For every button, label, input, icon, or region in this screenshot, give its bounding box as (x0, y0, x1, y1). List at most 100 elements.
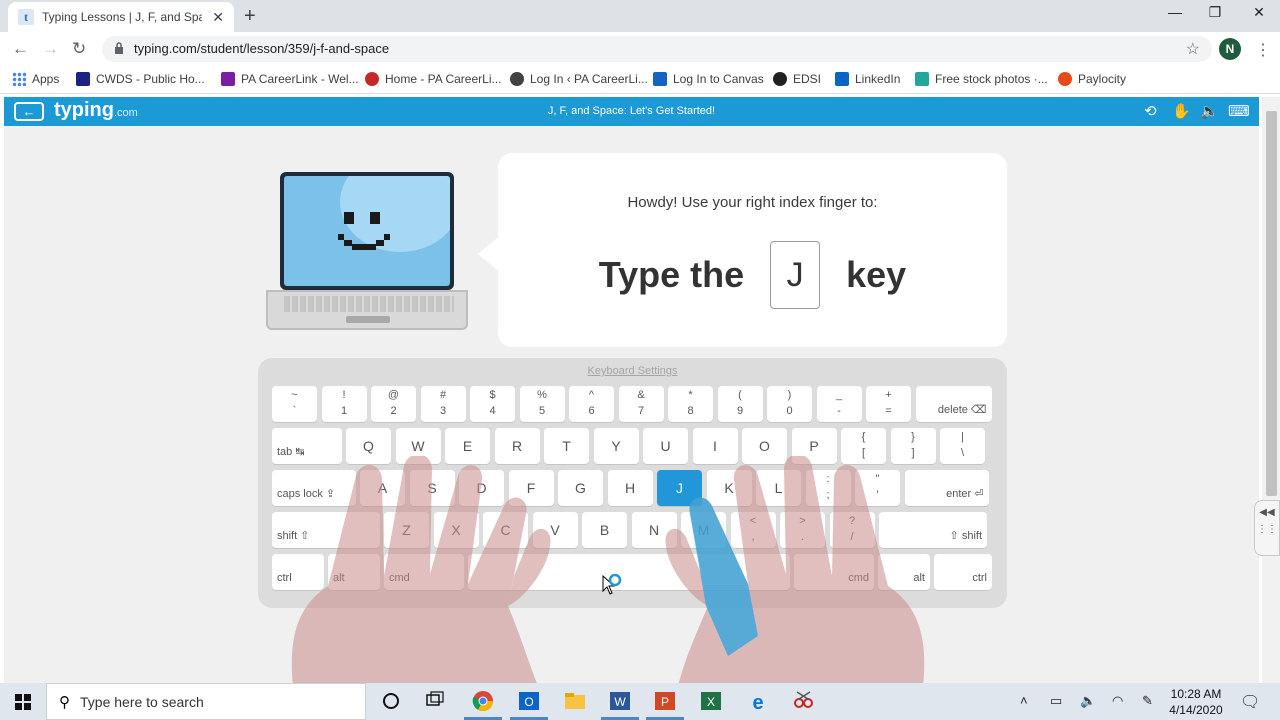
careerlink-home-favicon-icon (365, 72, 379, 86)
start-button[interactable] (0, 683, 46, 720)
snipping-tool-icon[interactable] (790, 689, 816, 713)
key-space (468, 554, 790, 590)
key-tab: tab ↹ (272, 428, 342, 464)
browser-tab-strip: t Typing Lessons | J, F, and Space - ✕ +… (0, 0, 1280, 32)
key-letter: M (697, 522, 710, 538)
bookmark-free-stock-photos[interactable]: Free stock photos ·... (915, 72, 1048, 86)
grip-icon: ⋮⋮ (1257, 524, 1277, 535)
key-letter: I (713, 438, 717, 454)
bookmark-paylocity[interactable]: Paylocity (1058, 72, 1126, 86)
key-lower-symbol: 0 (786, 405, 793, 417)
system-clock[interactable]: 10:28 AM 4/14/2020 (1164, 686, 1228, 718)
page-scrollbar[interactable] (1262, 97, 1280, 683)
close-tab-icon[interactable]: ✕ (212, 9, 224, 26)
profile-avatar[interactable]: N (1219, 38, 1241, 60)
key-letter: H (624, 480, 636, 496)
hide-hands-icon[interactable]: ✋ (1172, 102, 1191, 120)
typing-favicon-icon: t (18, 9, 34, 25)
key-letter: Q (363, 438, 374, 454)
search-icon: ⚲ (59, 693, 70, 711)
key-label: cmd (389, 572, 410, 584)
bookmark-edsi[interactable]: EDSI (773, 72, 821, 86)
bookmark-star-icon[interactable]: ☆ (1186, 39, 1200, 59)
bookmark-label: CWDS - Public Ho... (96, 72, 205, 86)
bookmark-apps[interactable]: Apps (12, 72, 59, 86)
key-lower-symbol: 9 (736, 405, 744, 417)
key-letter: O (759, 438, 770, 454)
key-upper-symbol: & (637, 389, 645, 401)
key-2: @2 (371, 386, 416, 422)
key-letter: B (599, 522, 610, 538)
powerpoint-icon[interactable]: P (652, 689, 678, 713)
url-text: typing.com/student/lesson/359/j-f-and-sp… (134, 41, 390, 56)
bookmark-cwds[interactable]: CWDS - Public Ho... (76, 72, 205, 86)
volume-icon[interactable]: 🔈 (1080, 693, 1096, 709)
new-tab-icon[interactable]: + (244, 5, 256, 28)
menu-dots-icon[interactable]: ⋮ (1255, 40, 1271, 60)
key-5: % 5 (519, 386, 565, 422)
bookmark-pa-careerlink[interactable]: PA CareerLink - Wel... (221, 72, 359, 86)
key-e: E (445, 428, 490, 464)
key-4: $4 (470, 386, 515, 422)
bookmark-home-careerlink[interactable]: Home - PA CareerLi... (365, 72, 501, 86)
history-icon[interactable]: ⟲ (1144, 102, 1157, 120)
key-sym-r4-2: ? / (829, 512, 875, 548)
keyboard-settings-link[interactable]: Keyboard Settings (258, 365, 1007, 377)
key-6: ^ 6 (569, 386, 614, 422)
key-label: shift ⇧ (277, 530, 310, 542)
wifi-icon[interactable]: ◠ (1112, 693, 1123, 709)
bookmark-linkedin[interactable]: LinkedIn (835, 72, 900, 86)
file-explorer-icon[interactable] (562, 689, 588, 713)
forward-arrow-icon[interactable]: → (42, 39, 59, 59)
bookmarks-bar: Apps CWDS - Public Ho... PA CareerLink -… (0, 66, 1280, 94)
key-letter: G (575, 480, 586, 496)
key-1: ! 1 (321, 386, 367, 422)
word-icon[interactable]: W (607, 689, 633, 713)
bookmark-login-careerlink[interactable]: Log In ‹ PA CareerLi... (510, 72, 648, 86)
back-arrow-icon[interactable]: ← (12, 39, 29, 59)
key-label: tab ↹ (277, 446, 305, 458)
keyboard-icon[interactable]: ⌨ (1228, 102, 1250, 120)
notifications-icon[interactable]: 🗨 (1240, 692, 1260, 712)
laptop-mascot-base (266, 290, 468, 330)
key-letter: A (377, 480, 388, 496)
key-lower-symbol: 2 (390, 405, 397, 417)
show-hidden-icons[interactable]: ˄ (1020, 693, 1028, 708)
key-k: K (706, 470, 752, 506)
key-b: B (582, 512, 627, 548)
browser-tab[interactable]: t Typing Lessons | J, F, and Space - ✕ (8, 2, 234, 32)
key-0: ) 0 (767, 386, 812, 422)
bookmark-canvas[interactable]: Log In to Canvas (653, 72, 764, 86)
excel-icon[interactable]: X (698, 689, 724, 713)
key-3: #3 (420, 386, 466, 422)
key-a: A (360, 470, 405, 506)
sound-icon[interactable]: 🔈 (1200, 102, 1219, 120)
bookmark-label: Home - PA CareerLi... (385, 72, 502, 86)
task-view-icon[interactable] (422, 689, 448, 713)
pen-icon[interactable]: ✎ (1142, 693, 1153, 709)
close-window-icon[interactable]: ✕ (1236, 4, 1280, 21)
svg-text:e: e (752, 692, 763, 713)
address-bar[interactable]: typing.com/student/lesson/359/j-f-and-sp… (102, 36, 1212, 62)
scroll-thumb[interactable] (1266, 111, 1277, 496)
restore-icon[interactable]: ❐ (1192, 4, 1238, 21)
outlook-icon[interactable]: O (516, 689, 542, 713)
battery-icon[interactable]: ▭ (1050, 693, 1062, 709)
side-panel-toggle[interactable]: ◀◀ ⋮⋮ (1254, 500, 1280, 556)
taskbar-search-box[interactable]: ⚲ Type here to search (46, 683, 366, 720)
bookmark-label: Paylocity (1078, 72, 1127, 86)
svg-text:P: P (661, 695, 669, 709)
key-label: ctrl (972, 572, 987, 584)
browser-toolbar: ← → ↻ typing.com/student/lesson/359/j-f-… (0, 32, 1280, 66)
apps-grid-icon (12, 72, 26, 86)
edge-icon[interactable]: e (745, 689, 771, 713)
cortana-icon[interactable] (378, 689, 404, 713)
key-enter: enter ⏎ (904, 470, 989, 506)
chrome-icon[interactable] (470, 689, 496, 713)
lesson-title: J, F, and Space: Let's Get Started! (547, 105, 716, 117)
key-f: F (508, 470, 554, 506)
key-letter: U (660, 438, 671, 454)
key-w: W (395, 428, 441, 464)
instruction-text: Howdy! Use your right index finger to: (627, 194, 878, 211)
reload-icon[interactable]: ↻ (72, 39, 86, 59)
